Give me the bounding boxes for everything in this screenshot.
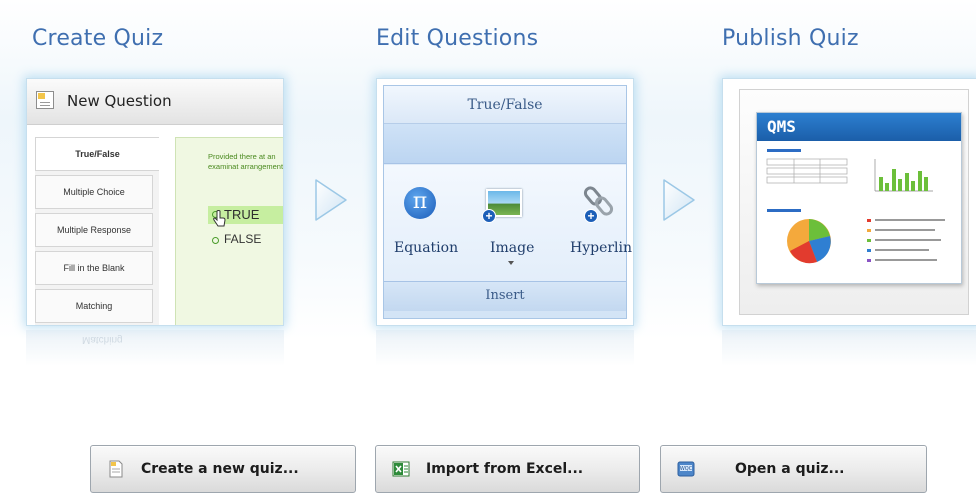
new-document-icon: [109, 460, 123, 478]
create-new-quiz-button[interactable]: Create a new quiz...: [90, 445, 356, 493]
publish-quiz-preview: QMS: [722, 78, 976, 326]
step-title-create-quiz: Create Quiz: [32, 26, 164, 51]
excel-icon: [392, 461, 410, 477]
question-type-matching: Matching: [35, 289, 153, 323]
report-screen: QMS: [739, 89, 969, 315]
answer-true-label: TRUE: [224, 207, 260, 222]
question-text: Provided there at an examinat arrangemen…: [208, 152, 284, 171]
question-type-multiple-response: Multiple Response: [35, 213, 153, 247]
plus-icon: +: [584, 209, 598, 223]
cursor-hand-icon: [213, 210, 226, 227]
open-quiz-button[interactable]: WQC Open a quiz...: [660, 445, 927, 493]
question-type-multiple-choice: Multiple Choice: [35, 175, 153, 209]
publish-panel-reflection: [722, 330, 976, 366]
arrow-right-icon: [663, 179, 695, 221]
new-question-titlebar: New Question: [27, 79, 283, 125]
open-quiz-label: Open a quiz...: [735, 461, 845, 477]
question-type-true-false: True/False: [35, 137, 159, 171]
svg-text:WQC: WQC: [680, 466, 693, 472]
arrow-right-icon: [315, 179, 347, 221]
question-type-fill-blank: Fill in the Blank: [35, 251, 153, 285]
tool-hyperlink-label: Hyperlin: [570, 240, 633, 256]
import-from-excel-label: Import from Excel...: [426, 461, 584, 477]
step-title-publish-quiz: Publish Quiz: [722, 26, 859, 51]
edit-questions-preview: True/False π Equation + Image + Hyperlin…: [376, 78, 634, 326]
edit-panel-reflection: [376, 330, 634, 366]
ribbon-group-insert: Insert: [384, 281, 626, 311]
tool-equation-label: Equation: [394, 240, 459, 256]
quiz-file-icon: WQC: [677, 461, 695, 477]
plus-icon: +: [482, 209, 496, 223]
question-type-list: True/False Multiple Choice Multiple Resp…: [35, 137, 159, 325]
report-charts: [766, 149, 945, 264]
answer-false: FALSE: [208, 232, 261, 246]
create-panel-reflection: Matching: [26, 330, 284, 366]
report-document: QMS: [756, 112, 962, 284]
question-editor: Provided there at an examinat arrangemen…: [175, 137, 283, 325]
ribbon: True/False π Equation + Image + Hyperlin…: [383, 85, 632, 319]
chevron-down-icon: [508, 261, 514, 265]
reflection-text: Matching: [82, 334, 123, 345]
insert-tools: π Equation + Image + Hyperlin: [384, 165, 632, 281]
pi-equation-icon: π: [404, 187, 436, 219]
document-icon: [36, 91, 54, 109]
ribbon-band: [384, 124, 626, 164]
new-question-title: New Question: [67, 92, 172, 110]
ribbon-header: True/False: [384, 86, 626, 124]
tool-image-label: Image: [490, 240, 535, 256]
import-from-excel-button[interactable]: Import from Excel...: [375, 445, 640, 493]
create-new-quiz-label: Create a new quiz...: [141, 461, 299, 477]
answer-false-label: FALSE: [224, 232, 262, 246]
create-quiz-preview: New Question True/False Multiple Choice …: [26, 78, 284, 326]
report-header-bar: QMS: [757, 113, 961, 141]
radio-icon: [212, 237, 219, 244]
step-title-edit-questions: Edit Questions: [376, 26, 539, 51]
qms-brand: QMS: [767, 117, 796, 136]
